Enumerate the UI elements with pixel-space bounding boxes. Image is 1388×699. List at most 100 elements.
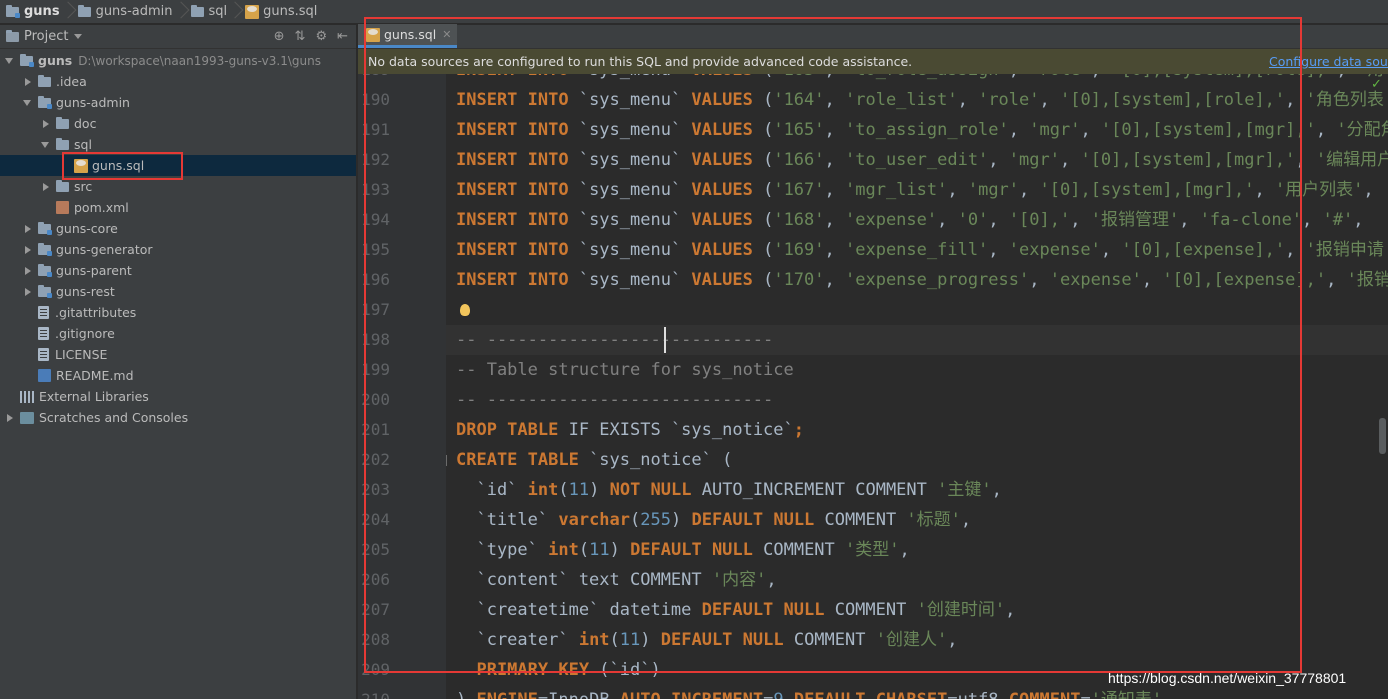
code-token: 11 — [619, 630, 641, 650]
code-token: '创建人' — [875, 630, 948, 650]
chevron-down-icon[interactable] — [40, 139, 52, 151]
tree-item[interactable]: guns.sql — [0, 155, 356, 176]
line-number: 205 — [361, 540, 390, 559]
fold-icon[interactable] — [446, 455, 447, 466]
code-token: COMMENT — [763, 540, 846, 560]
code-line: INSERT INTO `sys_menu` VALUES ('165', 't… — [446, 115, 1388, 145]
code-token: VALUES — [691, 240, 764, 260]
code-line: INSERT INTO `sys_menu` VALUES ('167', 'm… — [446, 175, 1388, 205]
code-line — [446, 295, 1388, 325]
chevron-right-icon[interactable] — [22, 265, 34, 277]
tree-item[interactable]: doc — [0, 113, 356, 134]
code-token: 'role_list' — [845, 90, 958, 110]
tree-item[interactable]: src — [0, 176, 356, 197]
code-token: 9 — [773, 690, 793, 699]
code-token: 'to_user_edit' — [845, 150, 989, 170]
tab-guns-sql[interactable]: guns.sql ✕ — [358, 24, 458, 48]
code-area[interactable]: INSERT INTO `sys_menu` VALUES ('163', 't… — [446, 74, 1388, 699]
code-token: INSERT INTO — [456, 120, 579, 140]
code-token: '#' — [1322, 210, 1354, 230]
chevron-right-icon[interactable] — [22, 244, 34, 256]
collapse-icon[interactable]: ⇅ — [295, 29, 306, 44]
close-icon[interactable]: ✕ — [442, 28, 451, 41]
line-number: 198 — [361, 330, 390, 349]
code-token: '[0],[system],[mgr],' — [1100, 120, 1316, 140]
tree-item[interactable]: .gitattributes — [0, 302, 356, 323]
tree-item[interactable]: Scratches and Consoles — [0, 407, 356, 428]
code-line: `title` varchar(255) DEFAULT NULL COMMEN… — [446, 505, 1388, 535]
chevron-down-icon[interactable] — [22, 97, 34, 109]
code-token: VALUES — [691, 210, 764, 230]
code-token: , — [1336, 74, 1356, 80]
tree-item[interactable]: External Libraries — [0, 386, 356, 407]
tree-item[interactable]: guns-rest — [0, 281, 356, 302]
code-line: DROP TABLE IF EXISTS `sys_notice`; — [446, 415, 1388, 445]
line-number: 200 — [361, 390, 390, 409]
chevron-down-icon[interactable] — [74, 34, 83, 39]
tree-item[interactable]: .idea — [0, 71, 356, 92]
code-token: '通知表' — [1091, 690, 1162, 699]
code-token: `createtime` datetime — [456, 600, 702, 620]
code-token: , — [1070, 210, 1091, 230]
tree-item[interactable]: guns-generator — [0, 239, 356, 260]
breadcrumb-label: guns.sql — [263, 4, 318, 19]
code-token: '创建时间' — [916, 600, 1006, 620]
lightbulb-icon[interactable] — [460, 304, 470, 316]
line-number: 190 — [361, 90, 390, 109]
code-token: ( — [558, 480, 569, 500]
code-token: int — [527, 480, 559, 500]
code-token: DEFAULT NULL — [660, 630, 794, 650]
code-token: 11 — [568, 480, 590, 500]
configure-datasource-link[interactable]: Configure data sourc — [1269, 54, 1388, 69]
tree-item[interactable]: .gitignore — [0, 323, 356, 344]
code-token: ( — [763, 150, 774, 170]
code-token: , — [1005, 600, 1016, 620]
chevron-right-icon[interactable] — [40, 118, 52, 130]
locate-icon[interactable]: ⊕ — [274, 29, 285, 44]
gear-icon[interactable]: ⚙ — [315, 29, 327, 44]
module-folder-icon — [38, 284, 52, 298]
breadcrumb-item[interactable]: guns — [0, 0, 64, 24]
line-number: 208 — [361, 630, 390, 649]
tree-item[interactable]: sql — [0, 134, 356, 155]
tree-item[interactable]: guns-parent — [0, 260, 356, 281]
code-token: VALUES — [691, 270, 764, 290]
editor-tabs: guns.sql ✕ — [358, 24, 1388, 49]
code-token: DEFAULT NULL — [630, 540, 764, 560]
code-token: INSERT INTO — [456, 90, 579, 110]
code-token: 11 — [589, 540, 610, 560]
chevron-right-icon[interactable] — [22, 223, 34, 235]
line-number: 210 — [358, 685, 446, 699]
module-folder-icon — [38, 95, 52, 109]
project-panel-title[interactable]: Project — [24, 29, 68, 44]
code-line: INSERT INTO `sys_menu` VALUES ('164', 'r… — [446, 85, 1388, 115]
tree-item[interactable]: guns D:\workspace\naan1993-guns-v3.1\guns — [0, 50, 356, 71]
code-token: '165' — [773, 120, 825, 140]
breadcrumb: guns guns-admin sql guns.sql — [0, 0, 1388, 24]
code-token: 'mgr' — [1029, 120, 1081, 140]
breadcrumb-item[interactable]: guns-admin — [72, 0, 177, 24]
hide-icon[interactable]: ⇤ — [337, 29, 348, 44]
chevron-right-icon[interactable] — [4, 412, 16, 424]
code-token: -- ---------------------------- — [456, 390, 774, 410]
code-token: , — [824, 180, 845, 200]
chevron-down-icon[interactable] — [4, 55, 16, 67]
tree-item[interactable]: README.md — [0, 365, 356, 386]
tree-item[interactable]: LICENSE — [0, 344, 356, 365]
tree-item[interactable]: pom.xml — [0, 197, 356, 218]
breadcrumb-label: guns-admin — [95, 4, 173, 19]
code-token: '[0],[system],[mgr],' — [1080, 150, 1296, 170]
breadcrumb-item[interactable]: guns.sql — [239, 0, 321, 24]
chevron-right-icon[interactable] — [40, 181, 52, 193]
tree-item[interactable]: guns-core — [0, 218, 356, 239]
code-token: , — [947, 180, 968, 200]
line-number: 206 — [361, 570, 390, 589]
banner-text: No data sources are configured to run th… — [368, 54, 913, 69]
code-line: -- ---------------------------- — [446, 325, 1388, 355]
chevron-right-icon[interactable] — [22, 76, 34, 88]
breadcrumb-item[interactable]: sql — [185, 0, 232, 24]
tree-item[interactable]: guns-admin — [0, 92, 356, 113]
vertical-scrollbar[interactable] — [1379, 418, 1386, 454]
chevron-right-icon[interactable] — [22, 286, 34, 298]
code-token: '[0],[system],[role],' — [1111, 74, 1336, 80]
